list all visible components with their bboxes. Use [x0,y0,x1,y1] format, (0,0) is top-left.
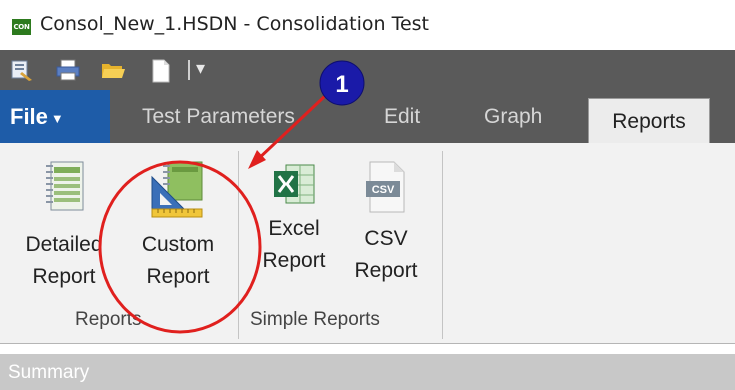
title-bar: CON Consol_New_1.HSDN - Consolidation Te… [0,0,735,50]
customize-toolbar-chevron-icon[interactable]: ▾ [196,58,205,78]
tab-reports[interactable]: Reports [588,98,710,143]
ribbon-group-simple-reports: Excel Report CSV CSV Report Simple Repor… [240,143,440,343]
report-wizard-icon[interactable] [10,58,34,87]
app-icon: CON [12,19,31,35]
excel-report-label-line1: Excel [268,217,320,240]
detailed-report-label-line1: Detailed [25,233,103,256]
custom-report-label-line1: Custom [141,233,215,256]
ribbon-tab-strip: File ▼ Test Parameters Edit Graph Reports [0,90,735,143]
detailed-report-button[interactable]: Detailed Report [12,151,116,301]
csv-file-icon: CSV [362,159,410,215]
toolbar-separator [188,60,190,80]
open-folder-icon[interactable] [100,58,126,87]
csv-report-button[interactable]: CSV CSV Report [340,151,432,301]
excel-report-label-line2: Report [262,249,326,272]
tab-file-label: File [10,104,48,129]
print-icon[interactable] [55,58,81,87]
custom-report-label-line2: Report [146,265,210,288]
ribbon-group-label-reports: Reports [75,309,142,330]
summary-label: Summary [8,362,90,383]
ribbon-group-label-simple-reports: Simple Reports [250,309,380,330]
excel-icon [270,159,318,209]
tab-file[interactable]: File ▼ [0,90,110,143]
csv-report-label-line1: CSV [364,227,408,250]
quick-access-toolbar: ▾ [0,50,735,90]
group-divider [442,151,443,339]
chevron-down-icon: ▼ [50,110,64,126]
tab-edit[interactable]: Edit [384,90,420,143]
excel-report-button[interactable]: Excel Report [248,151,340,301]
tab-test-parameters[interactable]: Test Parameters [142,90,295,143]
ribbon-panel: Detailed Report Custom Report Reports Ex… [0,143,735,344]
custom-report-icon [148,159,208,219]
detailed-report-label-line2: Report [32,265,96,288]
custom-report-button[interactable]: Custom Report [122,151,234,301]
tab-graph[interactable]: Graph [484,90,542,143]
new-document-icon[interactable] [150,58,172,89]
ribbon-group-reports: Detailed Report Custom Report Reports [0,143,236,343]
csv-icon-text: CSV [372,184,395,196]
detailed-report-icon [41,159,87,215]
summary-strip: Summary [0,354,735,390]
group-divider [238,151,239,339]
window-title: Consol_New_1.HSDN - Consolidation Test [40,13,429,35]
csv-report-label-line2: Report [354,259,418,282]
